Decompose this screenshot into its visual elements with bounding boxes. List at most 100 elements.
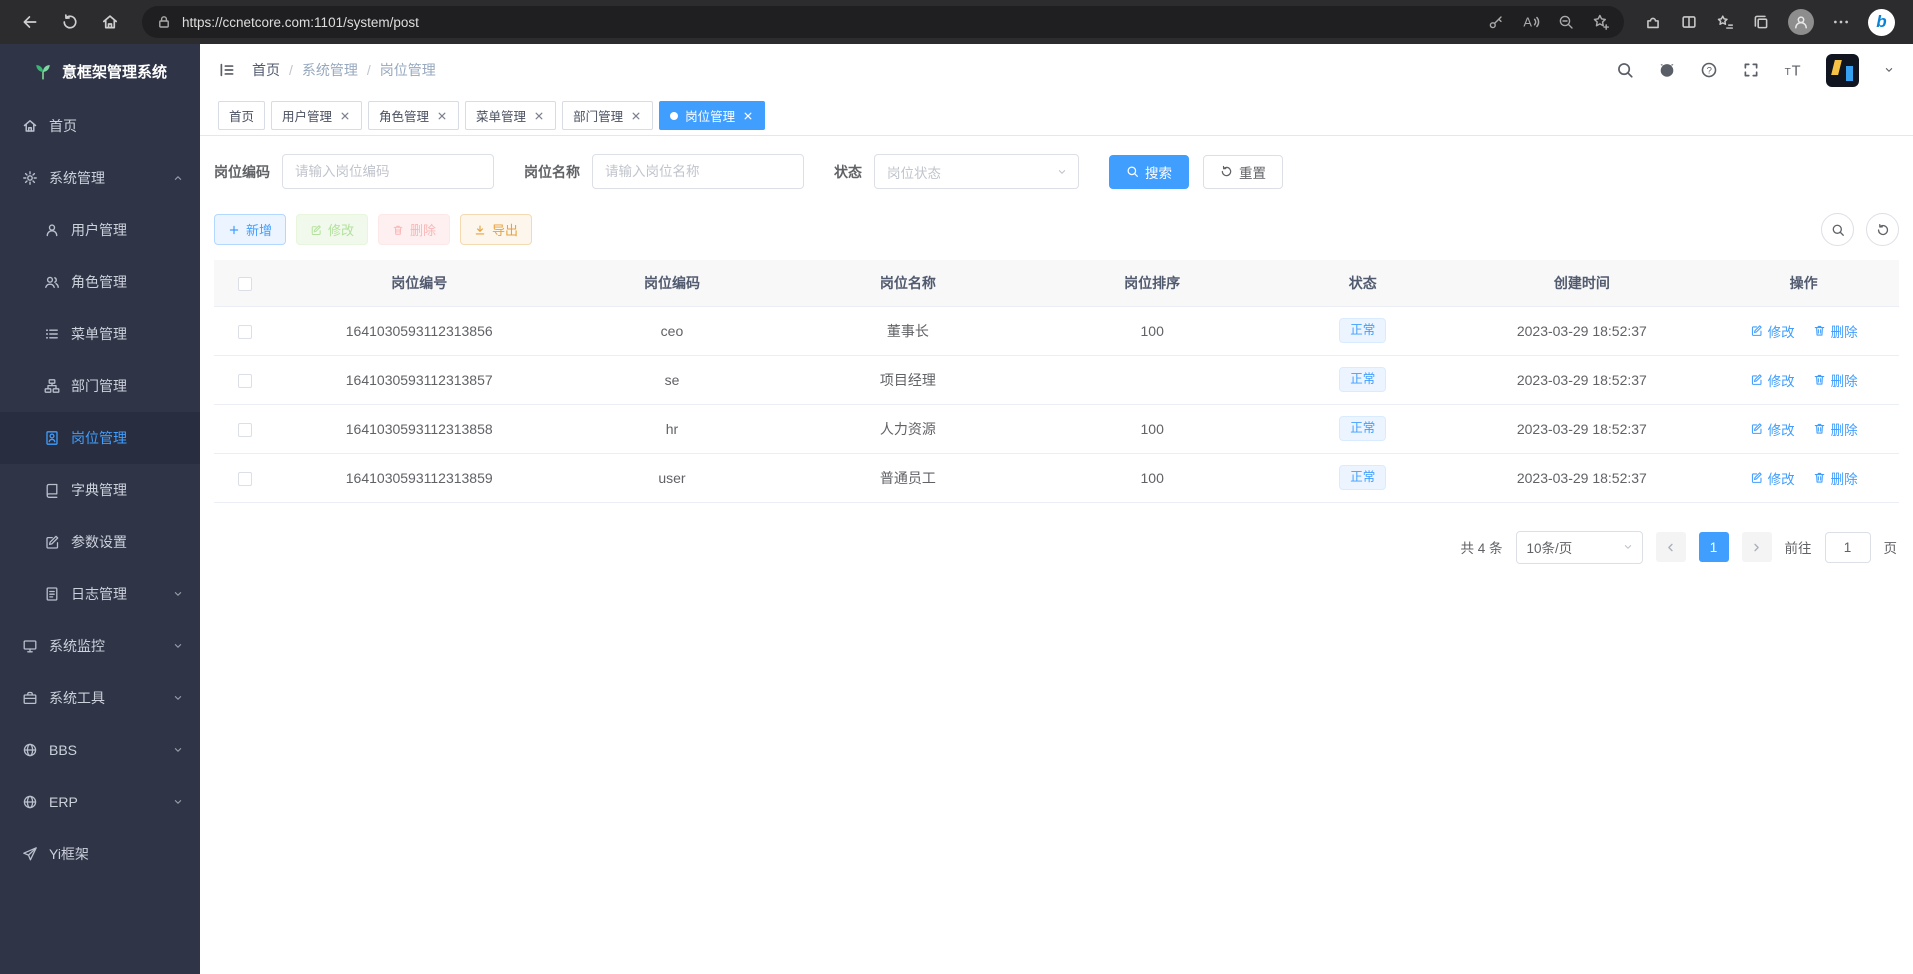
reset-button[interactable]: 重置 bbox=[1203, 155, 1283, 189]
goto-page-input[interactable] bbox=[1825, 532, 1871, 563]
reload-button[interactable] bbox=[52, 5, 88, 39]
zoom-out-icon[interactable] bbox=[1558, 14, 1574, 30]
help-icon[interactable] bbox=[1700, 61, 1718, 79]
next-page-button[interactable] bbox=[1742, 532, 1772, 562]
row-edit-button[interactable]: 修改 bbox=[1750, 468, 1795, 488]
tab-department-management[interactable]: 部门管理 bbox=[562, 101, 653, 130]
collections-icon[interactable] bbox=[1752, 13, 1770, 31]
more-menu-icon[interactable] bbox=[1832, 13, 1850, 31]
row-checkbox[interactable] bbox=[238, 374, 252, 388]
row-checkbox[interactable] bbox=[238, 325, 252, 339]
edit-button[interactable]: 修改 bbox=[296, 214, 368, 245]
cell-created-time: 2023-03-29 18:52:37 bbox=[1455, 355, 1708, 404]
column-post-id: 岗位编号 bbox=[276, 260, 562, 306]
address-bar[interactable]: https://ccnetcore.com:1101/system/post bbox=[142, 6, 1624, 38]
close-icon[interactable] bbox=[339, 110, 351, 122]
add-button[interactable]: 新增 bbox=[214, 214, 286, 245]
row-edit-button[interactable]: 修改 bbox=[1750, 370, 1795, 390]
password-key-icon[interactable] bbox=[1488, 14, 1504, 30]
sidebar-item-role-management[interactable]: 角色管理 bbox=[0, 256, 200, 308]
back-button[interactable] bbox=[12, 5, 48, 39]
row-delete-button[interactable]: 删除 bbox=[1813, 419, 1858, 439]
row-checkbox[interactable] bbox=[238, 472, 252, 486]
fullscreen-icon[interactable] bbox=[1742, 61, 1760, 79]
sidebar-item-user-management[interactable]: 用户管理 bbox=[0, 204, 200, 256]
delete-button[interactable]: 删除 bbox=[378, 214, 450, 245]
sidebar-item-system-management[interactable]: 系统管理 bbox=[0, 152, 200, 204]
search-icon[interactable] bbox=[1616, 61, 1634, 79]
chevron-right-icon bbox=[1750, 541, 1763, 554]
page-content: 岗位编码 岗位名称 状态 岗位状态 bbox=[200, 136, 1913, 974]
select-all-checkbox[interactable] bbox=[238, 277, 252, 291]
page-size-select[interactable]: 10条/页 bbox=[1516, 531, 1643, 564]
close-icon[interactable] bbox=[436, 110, 448, 122]
chevron-down-icon bbox=[172, 796, 184, 808]
search-button[interactable]: 搜索 bbox=[1109, 155, 1189, 189]
toggle-search-button[interactable] bbox=[1821, 213, 1854, 246]
toolbox-icon bbox=[22, 690, 38, 706]
post-code-input[interactable] bbox=[282, 154, 494, 189]
tab-user-management[interactable]: 用户管理 bbox=[271, 101, 362, 130]
breadcrumb-home[interactable]: 首页 bbox=[252, 60, 280, 80]
sidebar-item-dictionary-management[interactable]: 字典管理 bbox=[0, 464, 200, 516]
breadcrumb-separator: / bbox=[367, 62, 371, 78]
page-1-button[interactable]: 1 bbox=[1699, 532, 1729, 562]
sidebar-item-erp[interactable]: ERP bbox=[0, 776, 200, 828]
split-screen-icon[interactable] bbox=[1680, 13, 1698, 31]
refresh-table-button[interactable] bbox=[1866, 213, 1899, 246]
bing-copilot-icon[interactable]: b bbox=[1868, 9, 1895, 36]
read-aloud-icon[interactable] bbox=[1522, 13, 1540, 31]
favorites-icon[interactable] bbox=[1716, 13, 1734, 31]
github-icon[interactable] bbox=[1658, 61, 1676, 79]
profile-avatar[interactable] bbox=[1788, 9, 1814, 35]
font-size-icon[interactable] bbox=[1784, 61, 1802, 79]
sidebar-item-home[interactable]: 首页 bbox=[0, 100, 200, 152]
sidebar-item-parameter-settings[interactable]: 参数设置 bbox=[0, 516, 200, 568]
add-favorite-star-icon[interactable] bbox=[1592, 13, 1610, 31]
row-delete-button[interactable]: 删除 bbox=[1813, 468, 1858, 488]
active-tab-dot bbox=[670, 112, 678, 120]
post-table: 岗位编号 岗位编码 岗位名称 岗位排序 状态 创建时间 操作 16410305 bbox=[214, 260, 1899, 503]
prev-page-button[interactable] bbox=[1656, 532, 1686, 562]
breadcrumb-system-management[interactable]: 系统管理 bbox=[302, 60, 358, 80]
sidebar: 意框架管理系统 首页 系统管理 用户管理 角色管理 bbox=[0, 44, 200, 974]
sidebar-item-log-management[interactable]: 日志管理 bbox=[0, 568, 200, 620]
tab-menu-management[interactable]: 菜单管理 bbox=[465, 101, 556, 130]
cell-post-sort bbox=[1034, 355, 1270, 404]
sidebar-item-yi-framework[interactable]: Yi框架 bbox=[0, 828, 200, 880]
export-button[interactable]: 导出 bbox=[460, 214, 532, 245]
tab-role-management[interactable]: 角色管理 bbox=[368, 101, 459, 130]
edit-icon bbox=[1750, 422, 1763, 435]
status-badge: 正常 bbox=[1339, 465, 1386, 490]
row-edit-button[interactable]: 修改 bbox=[1750, 321, 1795, 341]
sidebar-item-post-management[interactable]: 岗位管理 bbox=[0, 412, 200, 464]
browser-toolbar-right: b bbox=[1638, 9, 1901, 36]
row-delete-button[interactable]: 删除 bbox=[1813, 321, 1858, 341]
user-avatar[interactable] bbox=[1826, 54, 1859, 87]
edit-icon bbox=[1750, 373, 1763, 386]
menu-fold-icon[interactable] bbox=[218, 61, 236, 79]
cell-post-id: 1641030593112313856 bbox=[276, 306, 562, 355]
row-edit-button[interactable]: 修改 bbox=[1750, 419, 1795, 439]
chevron-down-icon bbox=[1056, 166, 1068, 178]
close-icon[interactable] bbox=[533, 110, 545, 122]
breadcrumb-post-management: 岗位管理 bbox=[380, 60, 436, 80]
status-select[interactable]: 岗位状态 bbox=[874, 154, 1079, 189]
tab-post-management[interactable]: 岗位管理 bbox=[659, 101, 765, 130]
table-utility-buttons bbox=[1821, 213, 1899, 246]
close-icon[interactable] bbox=[630, 110, 642, 122]
post-name-input[interactable] bbox=[592, 154, 804, 189]
sidebar-item-bbs[interactable]: BBS bbox=[0, 724, 200, 776]
close-icon[interactable] bbox=[742, 110, 754, 122]
sidebar-item-menu-management[interactable]: 菜单管理 bbox=[0, 308, 200, 360]
column-post-name: 岗位名称 bbox=[781, 260, 1034, 306]
row-checkbox[interactable] bbox=[238, 423, 252, 437]
chevron-down-icon[interactable] bbox=[1883, 64, 1895, 76]
extensions-icon[interactable] bbox=[1644, 13, 1662, 31]
row-delete-button[interactable]: 删除 bbox=[1813, 370, 1858, 390]
browser-home-button[interactable] bbox=[92, 5, 128, 39]
tab-home[interactable]: 首页 bbox=[218, 101, 265, 130]
sidebar-item-system-tools[interactable]: 系统工具 bbox=[0, 672, 200, 724]
sidebar-item-department-management[interactable]: 部门管理 bbox=[0, 360, 200, 412]
sidebar-item-system-monitoring[interactable]: 系统监控 bbox=[0, 620, 200, 672]
